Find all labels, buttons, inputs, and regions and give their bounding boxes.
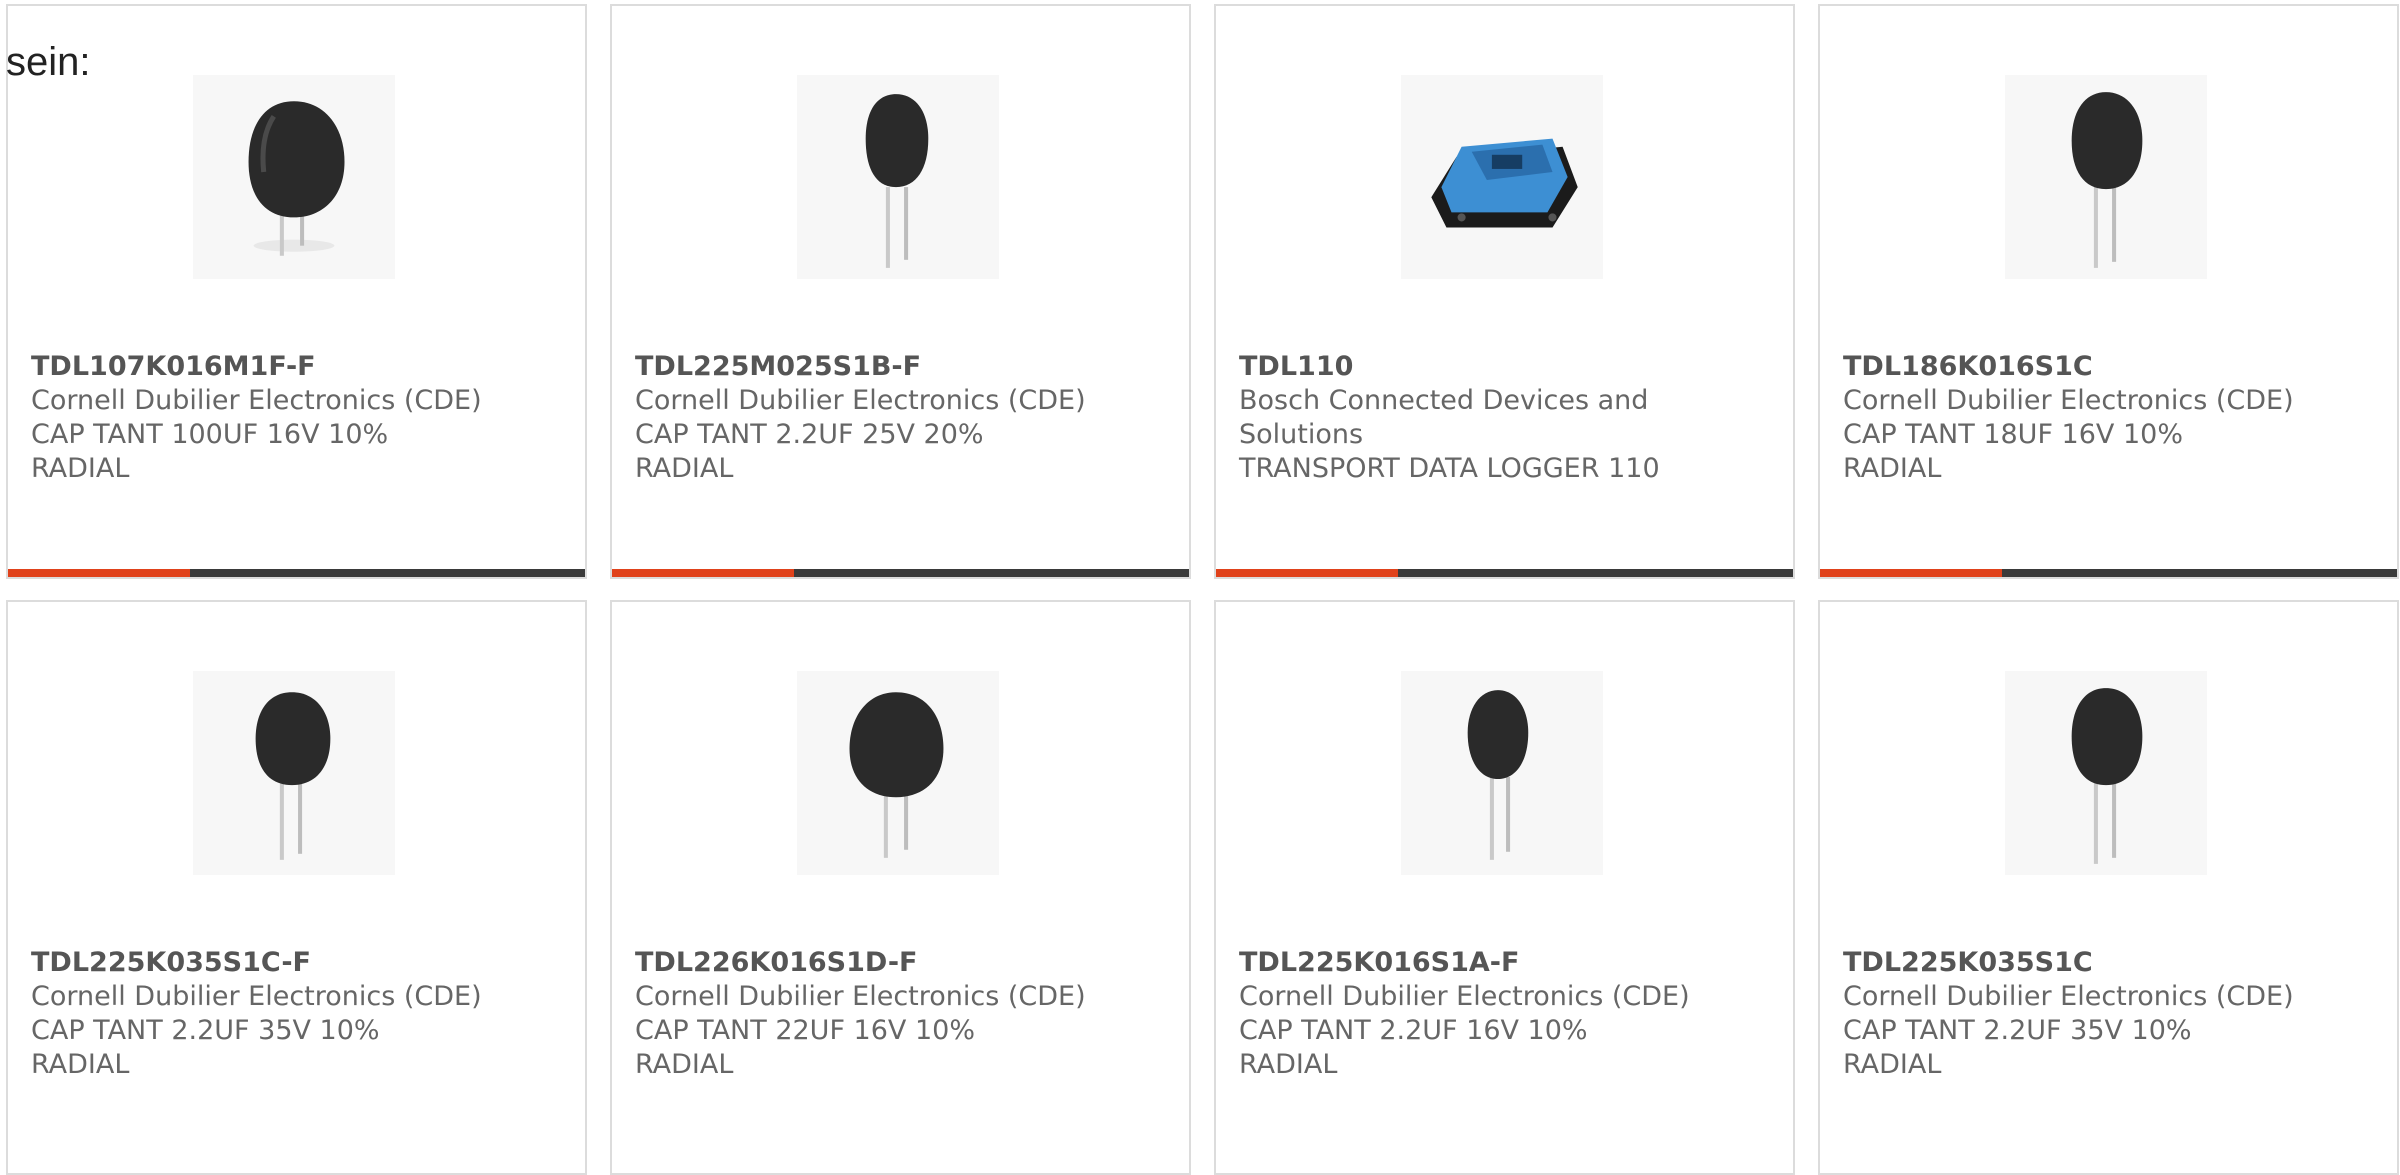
product-card[interactable]: TDL225K016S1A-F Cornell Dubilier Electro… <box>1214 600 1795 1175</box>
accent-bar <box>612 569 794 577</box>
radial-capacitor-icon[interactable] <box>797 671 999 875</box>
manufacturer: Bosch Connected Devices and Solutions <box>1239 385 1649 450</box>
manufacturer: Cornell Dubilier Electronics (CDE) <box>635 385 1086 416</box>
part-number[interactable]: TDL225K035S1C <box>1843 946 2363 980</box>
product-info: TDL225K035S1C Cornell Dubilier Electroni… <box>1843 946 2363 1082</box>
product-info: TDL225K035S1C-F Cornell Dubilier Electro… <box>31 946 551 1082</box>
data-logger-icon[interactable] <box>1401 75 1603 279</box>
description: CAP TANT 2.2UF 25V 20% <box>635 419 984 450</box>
product-grid: TDL107K016M1F-F Cornell Dubilier Electro… <box>6 4 2400 1175</box>
radial-capacitor-icon[interactable] <box>797 75 999 279</box>
description: CAP TANT 22UF 16V 10% <box>635 1015 975 1046</box>
package: RADIAL <box>635 1049 734 1080</box>
radial-capacitor-icon[interactable] <box>2005 671 2207 875</box>
product-info: TDL110 Bosch Connected Devices and Solut… <box>1239 350 1759 486</box>
product-info: TDL225M025S1B-F Cornell Dubilier Electro… <box>635 350 1155 486</box>
product-card[interactable]: TDL107K016M1F-F Cornell Dubilier Electro… <box>6 4 587 579</box>
manufacturer: Cornell Dubilier Electronics (CDE) <box>635 981 1086 1012</box>
part-number[interactable]: TDL225K016S1A-F <box>1239 946 1759 980</box>
intro-text: sein: <box>6 40 91 84</box>
part-number[interactable]: TDL226K016S1D-F <box>635 946 1155 980</box>
description: CAP TANT 2.2UF 35V 10% <box>1843 1015 2192 1046</box>
product-info: TDL107K016M1F-F Cornell Dubilier Electro… <box>31 350 551 486</box>
description: CAP TANT 18UF 16V 10% <box>1843 419 2183 450</box>
product-info: TDL186K016S1C Cornell Dubilier Electroni… <box>1843 350 2363 486</box>
part-number[interactable]: TDL107K016M1F-F <box>31 350 551 384</box>
accent-bar <box>1216 569 1398 577</box>
product-card[interactable]: TDL225K035S1C-F Cornell Dubilier Electro… <box>6 600 587 1175</box>
package: RADIAL <box>635 453 734 484</box>
part-number[interactable]: TDL186K016S1C <box>1843 350 2363 384</box>
radial-capacitor-icon[interactable] <box>193 671 395 875</box>
manufacturer: Cornell Dubilier Electronics (CDE) <box>1843 981 2294 1012</box>
product-card[interactable]: TDL110 Bosch Connected Devices and Solut… <box>1214 4 1795 579</box>
description: CAP TANT 2.2UF 35V 10% <box>31 1015 380 1046</box>
part-number[interactable]: TDL110 <box>1239 350 1759 384</box>
part-number[interactable]: TDL225M025S1B-F <box>635 350 1155 384</box>
radial-capacitor-icon[interactable] <box>2005 75 2207 279</box>
description: CAP TANT 2.2UF 16V 10% <box>1239 1015 1588 1046</box>
card-bottom-bar <box>1216 569 1793 577</box>
radial-capacitor-icon[interactable] <box>1401 671 1603 875</box>
card-bottom-bar <box>612 569 1189 577</box>
package: RADIAL <box>1843 453 1942 484</box>
package: RADIAL <box>1843 1049 1942 1080</box>
product-card[interactable]: TDL225K035S1C Cornell Dubilier Electroni… <box>1818 600 2399 1175</box>
product-card[interactable]: TDL186K016S1C Cornell Dubilier Electroni… <box>1818 4 2399 579</box>
accent-bar <box>8 569 190 577</box>
manufacturer: Cornell Dubilier Electronics (CDE) <box>31 981 482 1012</box>
package: RADIAL <box>31 453 130 484</box>
product-info: TDL226K016S1D-F Cornell Dubilier Electro… <box>635 946 1155 1082</box>
manufacturer: Cornell Dubilier Electronics (CDE) <box>1843 385 2294 416</box>
card-bottom-bar <box>8 569 585 577</box>
product-card[interactable]: TDL226K016S1D-F Cornell Dubilier Electro… <box>610 600 1191 1175</box>
card-bottom-bar <box>1820 569 2397 577</box>
description: CAP TANT 100UF 16V 10% <box>31 419 389 450</box>
description: TRANSPORT DATA LOGGER 110 <box>1239 453 1660 484</box>
product-info: TDL225K016S1A-F Cornell Dubilier Electro… <box>1239 946 1759 1082</box>
package: RADIAL <box>1239 1049 1338 1080</box>
manufacturer: Cornell Dubilier Electronics (CDE) <box>1239 981 1690 1012</box>
product-card[interactable]: TDL225M025S1B-F Cornell Dubilier Electro… <box>610 4 1191 579</box>
accent-bar <box>1820 569 2002 577</box>
manufacturer: Cornell Dubilier Electronics (CDE) <box>31 385 482 416</box>
part-number[interactable]: TDL225K035S1C-F <box>31 946 551 980</box>
radial-capacitor-icon[interactable] <box>193 75 395 279</box>
package: RADIAL <box>31 1049 130 1080</box>
